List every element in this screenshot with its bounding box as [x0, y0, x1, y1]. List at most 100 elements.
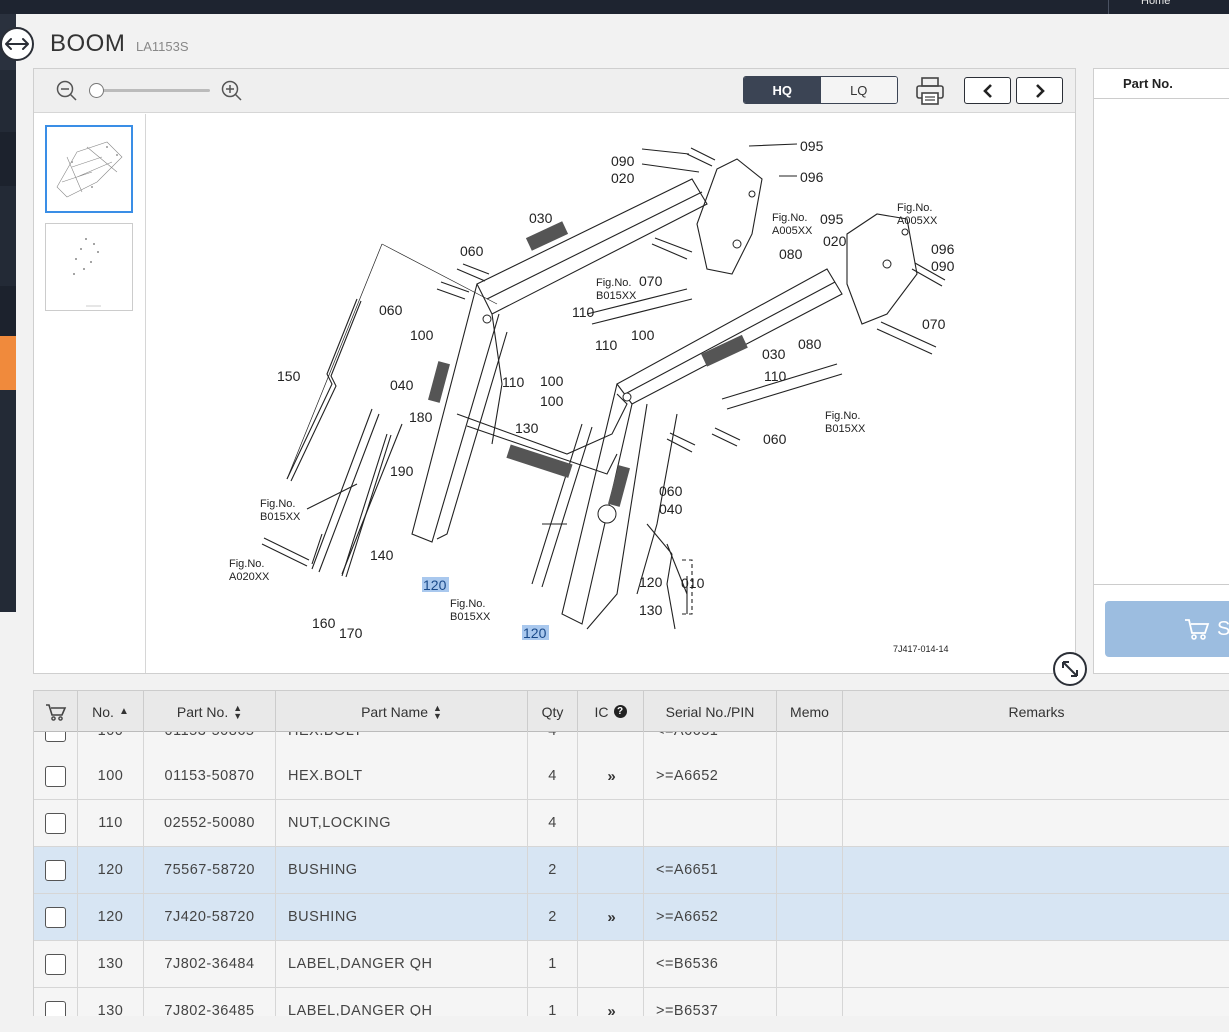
table-row[interactable]: 120 7J420-58720 BUSHING 2 » >=A6652: [34, 894, 1229, 941]
cell-remarks: [843, 894, 1229, 940]
svg-text:060: 060: [763, 431, 787, 447]
diagram-viewer: HQ LQ 095 090 020 096 030 Fig.No. A005XX…: [33, 68, 1076, 674]
table-row[interactable]: 130 7J802-36484 LABEL,DANGER QH 1 <=B6536: [34, 941, 1229, 988]
svg-text:A005XX: A005XX: [772, 225, 813, 237]
cell-remarks: [843, 847, 1229, 893]
column-header-no[interactable]: No. ▲: [78, 691, 144, 732]
interchange-icon[interactable]: »: [607, 768, 615, 785]
table-row[interactable]: 110 02552-50080 NUT,LOCKING 4: [34, 800, 1229, 847]
table-row[interactable]: 100 01153-50870 HEX.BOLT 4 » >=A6652: [34, 753, 1229, 800]
cell-qty: 1: [528, 941, 578, 987]
svg-text:Fig.No.: Fig.No.: [260, 498, 295, 510]
cart-icon: [45, 703, 66, 721]
hq-button[interactable]: HQ: [744, 77, 821, 103]
svg-text:110: 110: [572, 304, 595, 320]
zoom-slider-handle[interactable]: [89, 83, 104, 98]
fit-view-button[interactable]: [1053, 652, 1087, 686]
svg-text:Fig.No.: Fig.No.: [897, 202, 932, 214]
cell-ic: [578, 941, 644, 987]
add-to-cart-label: S: [1217, 617, 1229, 640]
print-icon[interactable]: [914, 75, 946, 107]
cell-no: 100: [78, 753, 144, 799]
row-checkbox[interactable]: [45, 953, 66, 975]
chevron-right-icon: [1035, 83, 1045, 98]
cell-ic: [578, 800, 644, 846]
svg-text:Fig.No.: Fig.No.: [596, 277, 631, 289]
quality-toggle: HQ LQ: [743, 76, 898, 104]
svg-text:020: 020: [611, 170, 635, 186]
svg-text:096: 096: [931, 241, 955, 257]
column-label: Part No.: [176, 703, 229, 720]
cell-ic: »: [578, 753, 644, 799]
cart-icon: [1185, 619, 1210, 640]
expand-toggle-button[interactable]: [0, 27, 34, 61]
column-header-part-no[interactable]: Part No. ▲ ▼: [144, 691, 276, 732]
thumbnail-page-1[interactable]: [45, 125, 133, 213]
cell-remarks: [843, 753, 1229, 799]
cell-remarks: [843, 988, 1229, 1016]
cell-part-name: BUSHING: [276, 894, 528, 940]
chevron-left-icon: [982, 83, 992, 98]
svg-text:120: 120: [639, 574, 663, 590]
help-icon[interactable]: ?: [613, 705, 627, 718]
cell-qty: 2: [528, 894, 578, 940]
row-checkbox[interactable]: [45, 906, 66, 928]
cell-part-no: 75567-58720: [144, 847, 276, 893]
part-detail-panel: Part No. S: [1093, 68, 1229, 674]
row-select-cell: [34, 988, 78, 1016]
svg-text:B015XX: B015XX: [825, 423, 866, 435]
row-checkbox[interactable]: [45, 1000, 66, 1016]
svg-text:130: 130: [639, 602, 663, 618]
cell-part-no: 02552-50080: [144, 800, 276, 846]
column-header-qty: Qty: [528, 691, 578, 732]
interchange-icon[interactable]: »: [607, 1003, 615, 1017]
svg-text:030: 030: [762, 346, 786, 362]
left-sidebar: [0, 14, 16, 612]
svg-text:110: 110: [764, 368, 787, 384]
svg-text:030: 030: [529, 210, 553, 226]
cell-no: 120: [78, 847, 144, 893]
svg-text:070: 070: [922, 316, 946, 332]
cell-qty: 4: [528, 753, 578, 799]
table-row[interactable]: 130 7J802-36485 LABEL,DANGER QH 1 » >=B6537: [34, 988, 1229, 1016]
sidebar-item[interactable]: [0, 132, 16, 186]
svg-text:090: 090: [931, 258, 955, 274]
row-checkbox[interactable]: [45, 765, 66, 787]
previous-page-button[interactable]: [964, 77, 1011, 104]
model-code: LA1153S: [136, 39, 189, 54]
cell-no: 130: [78, 941, 144, 987]
row-checkbox[interactable]: [45, 812, 66, 834]
svg-text:040: 040: [390, 377, 414, 393]
sort-icon: ▲ ▼: [433, 702, 442, 721]
svg-text:096: 096: [800, 169, 824, 185]
svg-text:100: 100: [410, 327, 434, 343]
table-row[interactable]: 120 75567-58720 BUSHING 2 <=A6651: [34, 847, 1229, 894]
column-header-ic: IC ?: [578, 691, 644, 732]
home-link[interactable]: Home: [1108, 0, 1229, 14]
add-to-cart-button[interactable]: S: [1105, 601, 1229, 657]
svg-text:095: 095: [820, 211, 844, 227]
zoom-slider-track[interactable]: [94, 89, 210, 92]
row-checkbox[interactable]: [45, 859, 66, 881]
zoom-out-icon[interactable]: [56, 80, 78, 102]
cell-ic: »: [578, 894, 644, 940]
svg-text:160: 160: [312, 615, 336, 631]
lq-button[interactable]: LQ: [820, 77, 897, 103]
column-header-part-name[interactable]: Part Name ▲ ▼: [276, 691, 528, 732]
cart-column-header[interactable]: [34, 691, 78, 732]
svg-text:060: 060: [659, 483, 683, 499]
exploded-view-drawing[interactable]: 095090020 096030 Fig.No.A005XX 080095020…: [147, 114, 1075, 673]
svg-text:Fig.No.: Fig.No.: [450, 598, 485, 610]
zoom-in-icon[interactable]: [221, 80, 243, 102]
cell-serial: <=A6651: [644, 847, 777, 893]
parts-diagram[interactable]: 095 090 020 096 030 Fig.No. A005XX 080 095 020…: [147, 114, 1075, 673]
sidebar-item-active[interactable]: [0, 336, 16, 390]
cell-qty: 1: [528, 988, 578, 1016]
cell-memo: [777, 988, 843, 1016]
next-page-button[interactable]: [1016, 77, 1063, 104]
interchange-icon[interactable]: »: [607, 909, 615, 926]
thumbnail-page-2[interactable]: [45, 223, 133, 311]
svg-text:170: 170: [339, 625, 363, 641]
cell-part-name: BUSHING: [276, 847, 528, 893]
sidebar-item[interactable]: [0, 286, 16, 336]
